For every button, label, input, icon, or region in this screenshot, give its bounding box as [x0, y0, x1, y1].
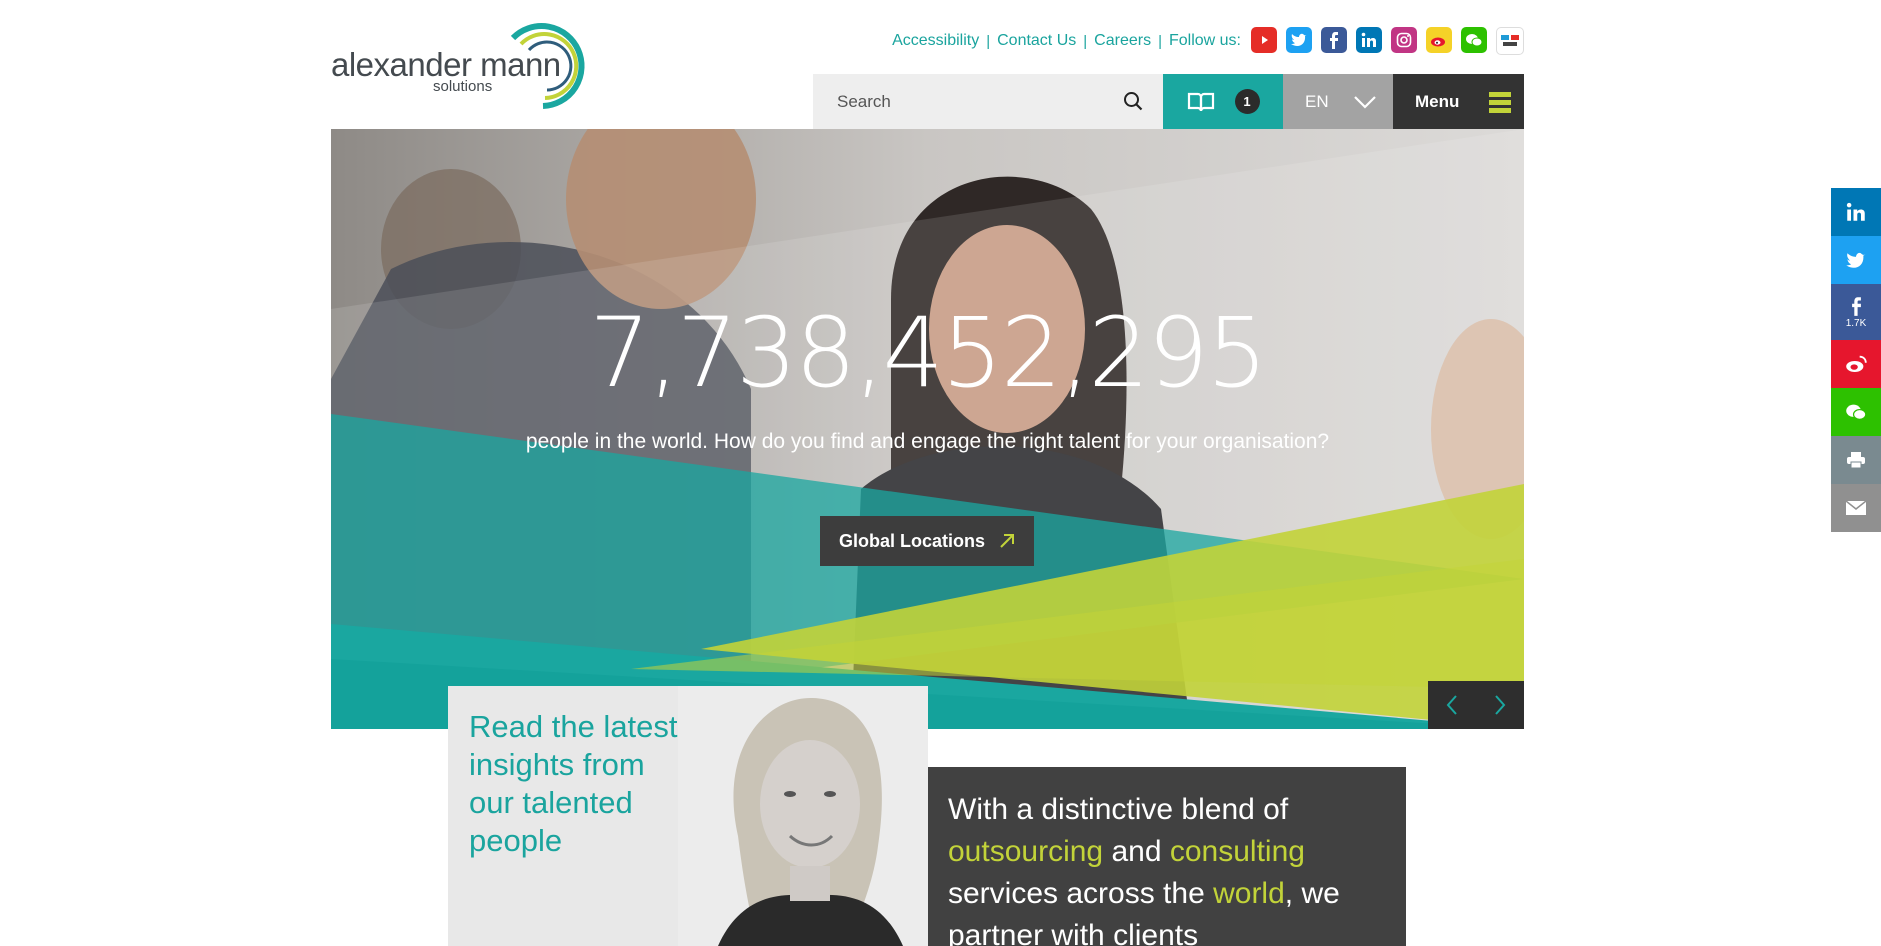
page-container: alexander mann solutions Accessibility |… — [331, 0, 1524, 946]
outsourcing-link[interactable]: outsourcing — [948, 835, 1103, 868]
world-population-counter: 7,738,452,295 — [589, 297, 1267, 409]
divider: | — [1158, 32, 1162, 50]
linkedin-icon[interactable] — [1356, 27, 1382, 53]
weibo-icon — [1846, 355, 1867, 372]
chevron-down-icon — [1353, 95, 1376, 109]
contact-us-link[interactable]: Contact Us — [997, 32, 1076, 50]
chevron-left-icon — [1446, 695, 1457, 715]
share-facebook-button[interactable]: 1.7K — [1831, 284, 1881, 340]
share-twitter-button[interactable] — [1831, 236, 1881, 284]
divider: | — [1083, 32, 1088, 50]
search-icon[interactable] — [1123, 91, 1143, 111]
saved-items-button[interactable]: 1 — [1163, 74, 1283, 129]
youtube-icon[interactable] — [1251, 27, 1277, 53]
saved-count-badge: 1 — [1234, 89, 1260, 114]
linkedin-icon — [1846, 202, 1865, 221]
search-input[interactable] — [835, 90, 1119, 113]
facebook-icon[interactable] — [1321, 27, 1347, 53]
follow-us-label: Follow us: — [1168, 32, 1241, 49]
twitter-icon[interactable] — [1286, 27, 1312, 53]
next-slide-button[interactable] — [1476, 681, 1524, 729]
wechat-icon[interactable] — [1461, 27, 1487, 53]
weibo-icon[interactable] — [1426, 27, 1452, 53]
facebook-icon — [1851, 296, 1861, 316]
instagram-icon[interactable] — [1391, 27, 1417, 53]
careers-link[interactable]: Careers — [1094, 32, 1151, 50]
share-wechat-button[interactable] — [1831, 388, 1881, 436]
email-share-button[interactable] — [1831, 484, 1881, 532]
envelope-icon — [1846, 501, 1866, 515]
global-locations-label: Global Locations — [838, 530, 985, 551]
printer-icon — [1847, 452, 1865, 469]
share-weibo-button[interactable] — [1831, 340, 1881, 388]
divider: | — [986, 32, 991, 50]
share-sidebar: 1.7K — [1831, 188, 1881, 532]
wechat-icon — [1846, 404, 1867, 420]
previous-slide-button[interactable] — [1428, 681, 1476, 729]
world-link[interactable]: world — [1213, 877, 1285, 910]
menu-label: Menu — [1415, 91, 1460, 111]
search-box — [813, 74, 1163, 129]
intro-text-part: and — [1103, 835, 1170, 868]
twitter-icon — [1846, 252, 1866, 268]
print-button[interactable] — [1831, 436, 1881, 484]
intro-blurb: With a distinctive blend of outsourcing … — [928, 767, 1406, 946]
intro-text-part: With a distinctive blend of — [948, 793, 1289, 826]
intro-text-part: services across the — [948, 877, 1214, 910]
global-locations-button[interactable]: Global Locations — [820, 516, 1034, 566]
hero-banner: 7,738,452,295 people in the world. How d… — [331, 129, 1524, 729]
share-linkedin-button[interactable] — [1831, 188, 1881, 236]
logo-subtitle: solutions — [433, 78, 493, 95]
open-book-icon — [1187, 92, 1214, 111]
insights-heading: Read the latest insights from our talent… — [469, 709, 678, 858]
hero-background-image — [331, 129, 1524, 729]
hero-subtitle: people in the world. How do you find and… — [525, 430, 1330, 453]
accessibility-link[interactable]: Accessibility — [892, 32, 979, 50]
intro-text: With a distinctive blend of outsourcing … — [948, 789, 1388, 946]
facebook-share-count: 1.7K — [1845, 317, 1867, 329]
carousel-controls — [1428, 681, 1524, 729]
chevron-right-icon — [1495, 695, 1506, 715]
arrow-up-right-icon — [1000, 534, 1014, 548]
site-logo[interactable]: alexander mann solutions — [331, 18, 591, 114]
menu-button[interactable]: Menu — [1393, 74, 1524, 129]
consulting-link[interactable]: consulting — [1170, 835, 1305, 868]
language-label: EN — [1305, 91, 1329, 111]
utility-links: Accessibility | Contact Us | Careers | F… — [892, 27, 1524, 55]
language-selector[interactable]: EN — [1283, 74, 1393, 129]
main-nav-bar: 1 EN Menu — [813, 74, 1524, 129]
insights-card[interactable]: Read the latest insights from our talent… — [448, 686, 928, 946]
hamburger-icon — [1489, 91, 1512, 113]
social-icons — [1251, 27, 1524, 55]
portrait-image — [678, 686, 928, 946]
youku-icon[interactable] — [1496, 27, 1524, 55]
